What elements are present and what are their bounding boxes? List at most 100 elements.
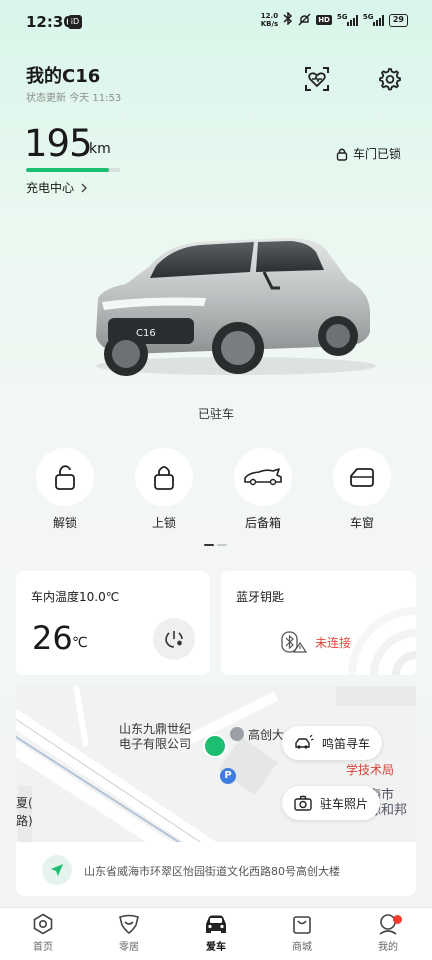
net-speed-value: 12.0 (260, 12, 279, 20)
lock-label: 上锁 (151, 516, 176, 530)
sim2-label: 5G (362, 12, 374, 21)
parking-photo-label: 驻车照片 (320, 796, 369, 811)
bluetooth-key-card[interactable]: 蓝牙钥匙 未连接 (221, 571, 416, 675)
tab-home-label: 首页 (33, 942, 53, 953)
map-poi-label-line: 山东九鼎世纪 (119, 722, 192, 736)
map-poi-label: 夏( (16, 796, 33, 810)
profile-icon (358, 912, 418, 936)
unlock-button[interactable]: 解锁 (35, 448, 95, 531)
vehicle-address-text: 山东省威海市环翠区怡园街道文化西路80号高创大楼 (84, 865, 340, 878)
trunk-button[interactable]: 后备箱 (233, 448, 293, 531)
heart-monitor-icon (305, 67, 329, 91)
vehicle-title: 我的C16 (26, 66, 101, 87)
ac-temperature-unit: ℃ (72, 635, 88, 651)
tab-community-label: 零居 (119, 942, 139, 953)
tab-my-car-label: 爱车 (206, 942, 226, 953)
bluetooth-warning-icon (281, 631, 307, 653)
notification-dot (393, 915, 402, 924)
charging-center-link[interactable]: 充电中心 (26, 179, 88, 196)
status-update-time: 状态更新 今天 11:53 (26, 89, 121, 104)
page-dot (217, 544, 227, 546)
heart-shield-icon (99, 912, 159, 936)
horn-locate-button[interactable]: 鸣笛寻车 (282, 726, 383, 760)
horn-car-icon (295, 735, 314, 749)
parking-marker-icon: P (220, 768, 236, 784)
range-value: 195 (24, 122, 93, 165)
network-speed: 12.0 KB/s (261, 12, 278, 28)
tab-home[interactable]: 首页 (13, 912, 73, 953)
cabin-temperature-card[interactable]: 车内温度10.0℃ 26 ℃ (16, 571, 210, 675)
hd-badge: HD (316, 15, 332, 25)
parking-photo-button[interactable]: 驻车照片 (282, 786, 381, 820)
lock-icon (336, 148, 348, 161)
cabin-temperature-title: 车内温度10.0℃ (31, 590, 120, 604)
unlock-button-circle (36, 448, 94, 506)
tab-mall[interactable]: 商城 (272, 912, 332, 953)
controls-page-indicator (204, 544, 227, 546)
trunk-icon (244, 468, 282, 486)
sim1-label: 5G (336, 12, 348, 21)
window-button[interactable]: 车窗 (332, 448, 392, 531)
climate-power-button[interactable] (153, 618, 195, 660)
door-lock-status[interactable]: 车门已锁 (336, 145, 401, 162)
tab-profile-label: 我的 (378, 942, 398, 953)
unlock-label: 解锁 (52, 516, 77, 530)
bottom-tab-bar: 首页 零居 爱车 商城 我的 (0, 907, 432, 960)
battery-level-bar (26, 168, 120, 172)
status-time: 12:30 (26, 13, 74, 31)
bluetooth-icon (283, 11, 293, 28)
map-poi-label-line: 电子有限公司 (119, 737, 192, 751)
app-notification-icon: iD (68, 15, 82, 29)
mute-icon (298, 13, 311, 28)
status-bar: 12:30 iD 12.0 KB/s HD 5G 5G 29 (0, 0, 432, 44)
ac-target-temperature: 26 (32, 619, 73, 657)
map-poi-label: 路) (16, 814, 33, 828)
net-speed-unit: KB/s (260, 20, 279, 28)
map-poi-label: 山东九鼎世纪 电子有限公司 (119, 722, 191, 752)
charging-center-label: 充电中心 (26, 181, 75, 195)
range-unit: km (89, 141, 111, 157)
map-poi-label: 高创大 (248, 728, 285, 742)
lock-icon (154, 466, 174, 490)
bluetooth-key-title: 蓝牙钥匙 (236, 590, 285, 604)
vehicle-image: C16 (86, 232, 380, 378)
map-poi-label-line: 学技术局 (346, 763, 395, 777)
shopping-bag-icon (272, 912, 332, 936)
health-check-button[interactable] (304, 66, 330, 92)
gear-icon (379, 68, 401, 91)
status-update-label: 状态更新 (26, 93, 66, 104)
tab-profile[interactable]: 我的 (358, 912, 418, 953)
tab-my-car[interactable]: 爱车 (186, 912, 246, 953)
navigate-arrow-icon[interactable] (42, 855, 72, 885)
tab-community[interactable]: 零居 (99, 912, 159, 953)
window-button-circle (333, 448, 391, 506)
window-icon (350, 468, 374, 487)
horn-locate-label: 鸣笛寻车 (322, 736, 371, 751)
status-icons: 12.0 KB/s HD 5G 5G 29 (261, 11, 408, 28)
camera-icon (294, 795, 312, 811)
vehicle-address-bar[interactable]: 山东省威海市环翠区怡园街道文化西路80号高创大楼 (16, 842, 416, 896)
battery-level-fill (26, 168, 109, 172)
signal-sim1-icon: 5G (336, 12, 358, 26)
trunk-label: 后备箱 (244, 516, 281, 530)
parking-status: 已驻车 (197, 407, 234, 421)
map-lock-marker-icon (230, 727, 244, 741)
page-dot-active (204, 544, 214, 546)
battery-icon: 29 (388, 13, 408, 27)
lock-button[interactable]: 上锁 (134, 448, 194, 531)
home-icon (13, 912, 73, 936)
climate-power-icon (165, 631, 183, 648)
chevron-right-icon (81, 183, 88, 192)
status-update-value: 今天 11:53 (69, 93, 122, 104)
vehicle-location-map[interactable]: 山东九鼎世纪电子有限公司 高创大 P 市科学技术局 海市源和邦 夏( 路) 鸣笛… (16, 686, 416, 842)
door-lock-label: 车门已锁 (353, 147, 402, 161)
settings-button[interactable] (376, 66, 402, 92)
signal-sim2-icon: 5G (362, 12, 384, 26)
signal-waves-decoration (348, 607, 416, 675)
tab-mall-label: 商城 (292, 942, 312, 953)
lock-button-circle (135, 448, 193, 506)
car-location-marker-icon (203, 734, 227, 758)
unlock-icon (55, 465, 75, 490)
trunk-button-circle (234, 448, 292, 506)
car-icon (186, 912, 246, 936)
